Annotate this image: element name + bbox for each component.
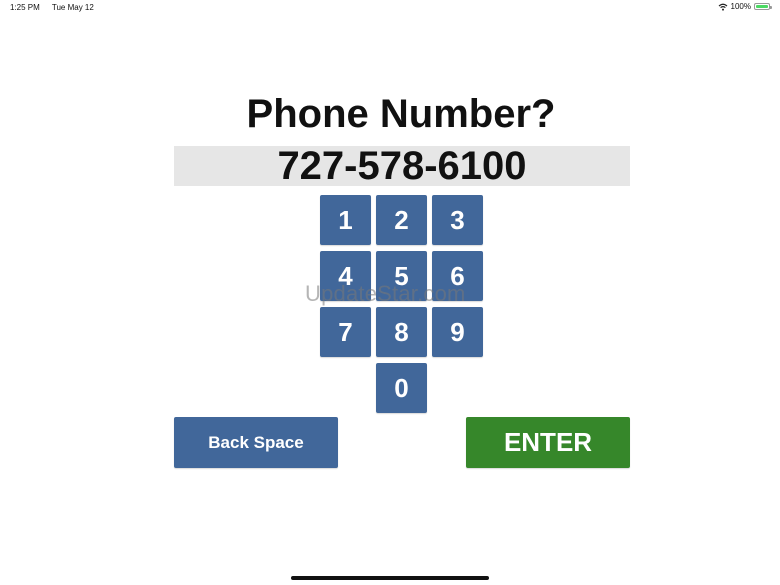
status-time: 1:25 PM: [10, 3, 40, 12]
key-4[interactable]: 4: [320, 251, 371, 301]
battery-percent: 100%: [730, 2, 751, 11]
battery-icon: [754, 3, 772, 10]
key-1[interactable]: 1: [320, 195, 371, 245]
status-bar: 1:25 PM Tue May 12 100%: [0, 0, 780, 16]
key-2[interactable]: 2: [376, 195, 427, 245]
status-date: Tue May 12: [51, 3, 94, 12]
key-0[interactable]: 0: [376, 363, 427, 413]
phone-number-display: 727-578-6100: [174, 146, 630, 186]
key-9[interactable]: 9: [432, 307, 483, 357]
key-7[interactable]: 7: [320, 307, 371, 357]
backspace-button[interactable]: Back Space: [174, 417, 338, 468]
page-title: Phone Number?: [246, 92, 556, 136]
wifi-icon: [718, 3, 727, 11]
enter-button[interactable]: ENTER: [466, 417, 630, 468]
status-left: 1:25 PM Tue May 12: [10, 3, 104, 12]
home-indicator[interactable]: [291, 576, 489, 580]
key-5[interactable]: 5: [376, 251, 427, 301]
key-8[interactable]: 8: [376, 307, 427, 357]
status-right: 100%: [718, 2, 772, 11]
key-3[interactable]: 3: [432, 195, 483, 245]
key-6[interactable]: 6: [432, 251, 483, 301]
